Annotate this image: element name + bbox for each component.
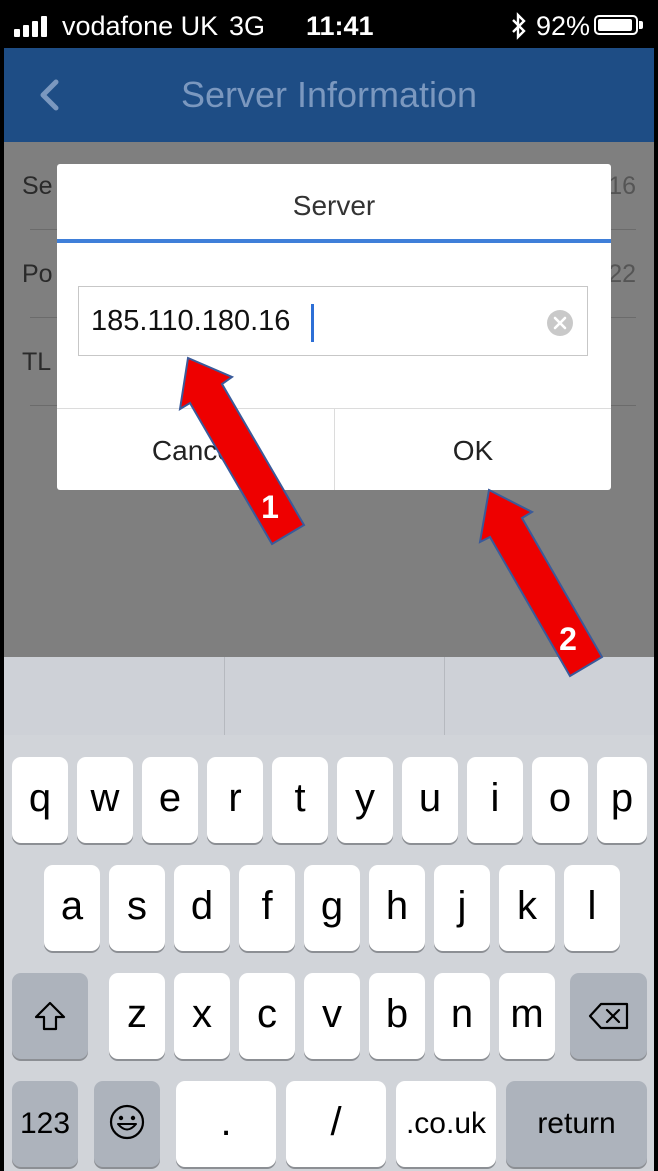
server-dialog: Server Cancel OK	[57, 164, 611, 490]
battery-percent: 92%	[536, 11, 591, 41]
key-l[interactable]: l	[564, 865, 620, 951]
key-c[interactable]: c	[239, 973, 295, 1059]
dialog-title: Server	[292, 190, 376, 221]
divider	[224, 657, 225, 735]
key-i[interactable]: i	[467, 757, 523, 843]
list-row-label: TL	[22, 348, 52, 376]
key-w[interactable]: w	[77, 757, 133, 843]
numbers-key[interactable]: 123	[12, 1081, 78, 1167]
clock: 11:41	[306, 11, 374, 41]
list-row-value: 16	[608, 172, 636, 200]
network-type: 3G	[229, 11, 266, 41]
key-b[interactable]: b	[369, 973, 425, 1059]
key-d[interactable]: d	[174, 865, 230, 951]
status-bar: vodafone UK 3G 11:41 92%	[4, 4, 654, 48]
key-q[interactable]: q	[12, 757, 68, 843]
carrier-name: vodafone UK	[62, 11, 219, 41]
backspace-icon[interactable]	[570, 973, 647, 1059]
cancel-button[interactable]: Cancel	[57, 409, 334, 490]
key-j[interactable]: j	[434, 865, 490, 951]
list-row-value: 22	[608, 260, 636, 288]
bluetooth-icon	[509, 4, 529, 53]
page-title: Server Information	[180, 74, 478, 115]
server-input-field[interactable]	[78, 286, 588, 356]
key-p[interactable]: p	[597, 757, 647, 843]
key-a[interactable]: a	[44, 865, 100, 951]
key-k[interactable]: k	[499, 865, 555, 951]
key-v[interactable]: v	[304, 973, 360, 1059]
key-u[interactable]: u	[402, 757, 458, 843]
key-t[interactable]: t	[272, 757, 328, 843]
phone-screen: vodafone UK 3G 11:41 92% Server Informat…	[4, 4, 654, 1171]
signal-strength-icon	[14, 15, 56, 37]
battery-icon	[594, 15, 643, 35]
navigation-bar: Server Information	[4, 48, 654, 142]
divider	[444, 657, 445, 735]
keyboard: q w e r t y u i o p a s d f g h j k l z …	[4, 735, 654, 1171]
key-g[interactable]: g	[304, 865, 360, 951]
keyboard-suggestion-bar	[4, 657, 654, 735]
key-r[interactable]: r	[207, 757, 263, 843]
ok-button[interactable]: OK	[335, 409, 611, 490]
dot-key[interactable]: .	[176, 1081, 276, 1167]
clear-circle-icon[interactable]	[547, 310, 573, 336]
return-key[interactable]: return	[506, 1081, 647, 1167]
key-x[interactable]: x	[174, 973, 230, 1059]
key-o[interactable]: o	[532, 757, 588, 843]
shift-icon[interactable]	[12, 973, 88, 1059]
slash-key[interactable]: /	[286, 1081, 386, 1167]
key-z[interactable]: z	[109, 973, 165, 1059]
key-f[interactable]: f	[239, 865, 295, 951]
key-s[interactable]: s	[109, 865, 165, 951]
key-m[interactable]: m	[499, 973, 555, 1059]
list-row-label: Po	[22, 260, 53, 288]
emoji-icon[interactable]	[94, 1081, 160, 1167]
text-cursor	[311, 304, 314, 342]
couk-key[interactable]: .co.uk	[396, 1081, 496, 1167]
key-n[interactable]: n	[434, 973, 490, 1059]
list-row-label: Se	[22, 172, 53, 200]
server-input[interactable]	[79, 287, 587, 355]
key-h[interactable]: h	[369, 865, 425, 951]
key-y[interactable]: y	[337, 757, 393, 843]
dialog-accent-line	[57, 239, 611, 243]
key-e[interactable]: e	[142, 757, 198, 843]
